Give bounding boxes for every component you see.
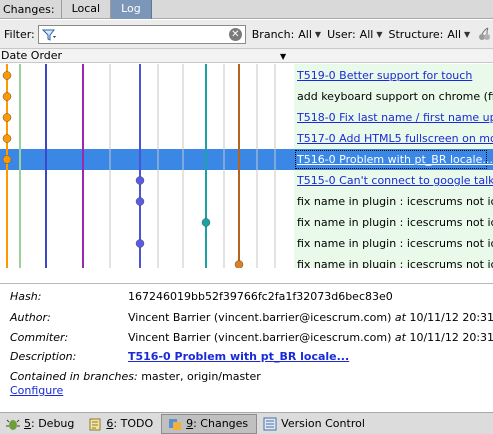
- todo-label: 6: TODO: [106, 417, 154, 430]
- commit-node[interactable]: [135, 197, 145, 206]
- commit-message-link[interactable]: T516-0 Problem with pt_BR locale...: [297, 149, 493, 170]
- description-row: Description: T516-0 Problem with pt_BR l…: [10, 349, 349, 365]
- commit-message-link[interactable]: T517-0 Add HTML5 fullscreen on most: [297, 128, 493, 149]
- changes-tabbar: Changes: Local Log: [0, 0, 493, 19]
- version-control-tool-button[interactable]: Version Control: [257, 414, 373, 434]
- committer-date: 10/11/12 20:31: [409, 331, 493, 344]
- commit-message: add keyboard support on chrome (firefox: [297, 90, 493, 103]
- filter-label: Filter:: [4, 27, 35, 41]
- author-date: 10/11/12 20:31: [409, 311, 493, 324]
- author-row: Author: Vincent Barrier (vincent.barrier…: [10, 310, 493, 326]
- branch-value: All: [298, 27, 312, 41]
- commit-message: fix name in plugin : icescrums not icesc…: [297, 216, 493, 229]
- committer-row: Commiter: Vincent Barrier (vincent.barri…: [10, 330, 493, 346]
- commit-message: fix name in plugin : icescrums not icesc…: [297, 195, 493, 208]
- structure-value: All: [447, 27, 461, 41]
- user-label: User:: [327, 27, 356, 41]
- commit-node[interactable]: [234, 260, 244, 269]
- author-at: at: [394, 311, 406, 324]
- debug-tool-button[interactable]: 5: Debug: [0, 414, 82, 434]
- committer-at: at: [394, 331, 406, 344]
- cherry-pick-icon[interactable]: [476, 26, 492, 42]
- commit-node[interactable]: [2, 134, 12, 143]
- commit-log[interactable]: T519-0 Better support for touch add keybo…: [0, 64, 493, 268]
- author-value: Vincent Barrier (vincent.barrier@icescru…: [128, 310, 493, 326]
- changes-tool-button[interactable]: 9: Changes: [161, 413, 258, 434]
- branch-filter[interactable]: Branch: All ▼: [252, 28, 321, 41]
- commit-message: fix name in plugin : icescrums not icesc…: [297, 237, 493, 250]
- configure-row: Configure: [10, 383, 63, 399]
- hash-row: Hash: 167246019bb52f39766fc2fa1f32073d6b…: [10, 289, 393, 305]
- commit-details-pane: Hash: 167246019bb52f39766fc2fa1f32073d6b…: [0, 283, 493, 412]
- filter-field[interactable]: ✕: [37, 24, 246, 44]
- hash-label: Hash:: [10, 290, 42, 303]
- commit-node[interactable]: [2, 71, 12, 80]
- branch-label: Branch:: [251, 27, 295, 41]
- chevron-down-icon: ▼: [376, 29, 383, 39]
- commit-message-link[interactable]: T518-0 Fix last name / first name update: [297, 107, 493, 128]
- commit-message: fix name in plugin : icescrums not icesc…: [297, 258, 493, 268]
- changes-title: Changes:: [3, 2, 55, 16]
- commit-graph: [2, 64, 276, 269]
- author-name: Vincent Barrier (vincent.barrier@icescru…: [128, 311, 392, 324]
- description-label: Description:: [10, 350, 77, 363]
- description-link[interactable]: T516-0 Problem with pt_BR locale...: [128, 349, 349, 365]
- filter-input[interactable]: [58, 26, 219, 42]
- commit-node[interactable]: [2, 155, 12, 164]
- log-filter-toolbar: Filter: ✕ Branch: All ▼ User: All ▼ Stru…: [0, 20, 493, 48]
- filter-funnel-icon[interactable]: [41, 27, 57, 43]
- changes-label: 9: Changes: [186, 417, 249, 430]
- author-label: Author:: [10, 311, 51, 324]
- chevron-down-icon: ▼: [314, 29, 322, 39]
- committer-name: Vincent Barrier (vincent.barrier@icescru…: [128, 331, 392, 344]
- debug-icon: [6, 419, 20, 430]
- commit-node[interactable]: [2, 113, 12, 122]
- committer-label: Commiter:: [10, 331, 69, 344]
- user-value: All: [359, 27, 374, 41]
- changes-icon: [169, 418, 182, 430]
- tab-local[interactable]: Local: [60, 0, 111, 19]
- branches-label: Contained in branches:: [10, 370, 138, 383]
- hash-value: 167246019bb52f39766fc2fa1f32073d6bec83e0: [128, 290, 393, 303]
- structure-filter[interactable]: Structure: All ▼: [388, 28, 470, 41]
- commit-message-link[interactable]: T515-0 Can't connect to google talk: [297, 170, 493, 191]
- branches-value: master, origin/master: [141, 370, 261, 383]
- structure-label: Structure:: [388, 27, 444, 41]
- commit-node[interactable]: [201, 218, 211, 227]
- commit-node[interactable]: [135, 176, 145, 185]
- commit-node[interactable]: [2, 92, 12, 101]
- chevron-down-icon: ▼: [464, 29, 471, 39]
- tool-window-bar: 5: Debug 6: TODO 9: Changes Version Cont…: [0, 412, 493, 434]
- commit-node[interactable]: [135, 239, 145, 248]
- date-order-header[interactable]: Date Order: [1, 50, 62, 62]
- debug-label: 5: Debug: [24, 417, 75, 430]
- configure-link[interactable]: Configure: [10, 384, 63, 397]
- commit-message-link[interactable]: T519-0 Better support for touch: [297, 65, 493, 86]
- committer-value: Vincent Barrier (vincent.barrier@icescru…: [128, 330, 493, 346]
- todo-icon: [89, 418, 101, 430]
- sort-arrow-icon[interactable]: ▼: [280, 52, 286, 61]
- todo-tool-button[interactable]: 6: TODO: [82, 414, 161, 434]
- clear-filter-icon[interactable]: ✕: [228, 27, 242, 41]
- tab-log[interactable]: Log: [110, 0, 152, 19]
- version-control-icon: [263, 417, 277, 430]
- log-column-header[interactable]: Date Order ▼: [0, 48, 493, 63]
- version-control-label: Version Control: [281, 417, 365, 430]
- user-filter[interactable]: User: All ▼: [327, 28, 382, 41]
